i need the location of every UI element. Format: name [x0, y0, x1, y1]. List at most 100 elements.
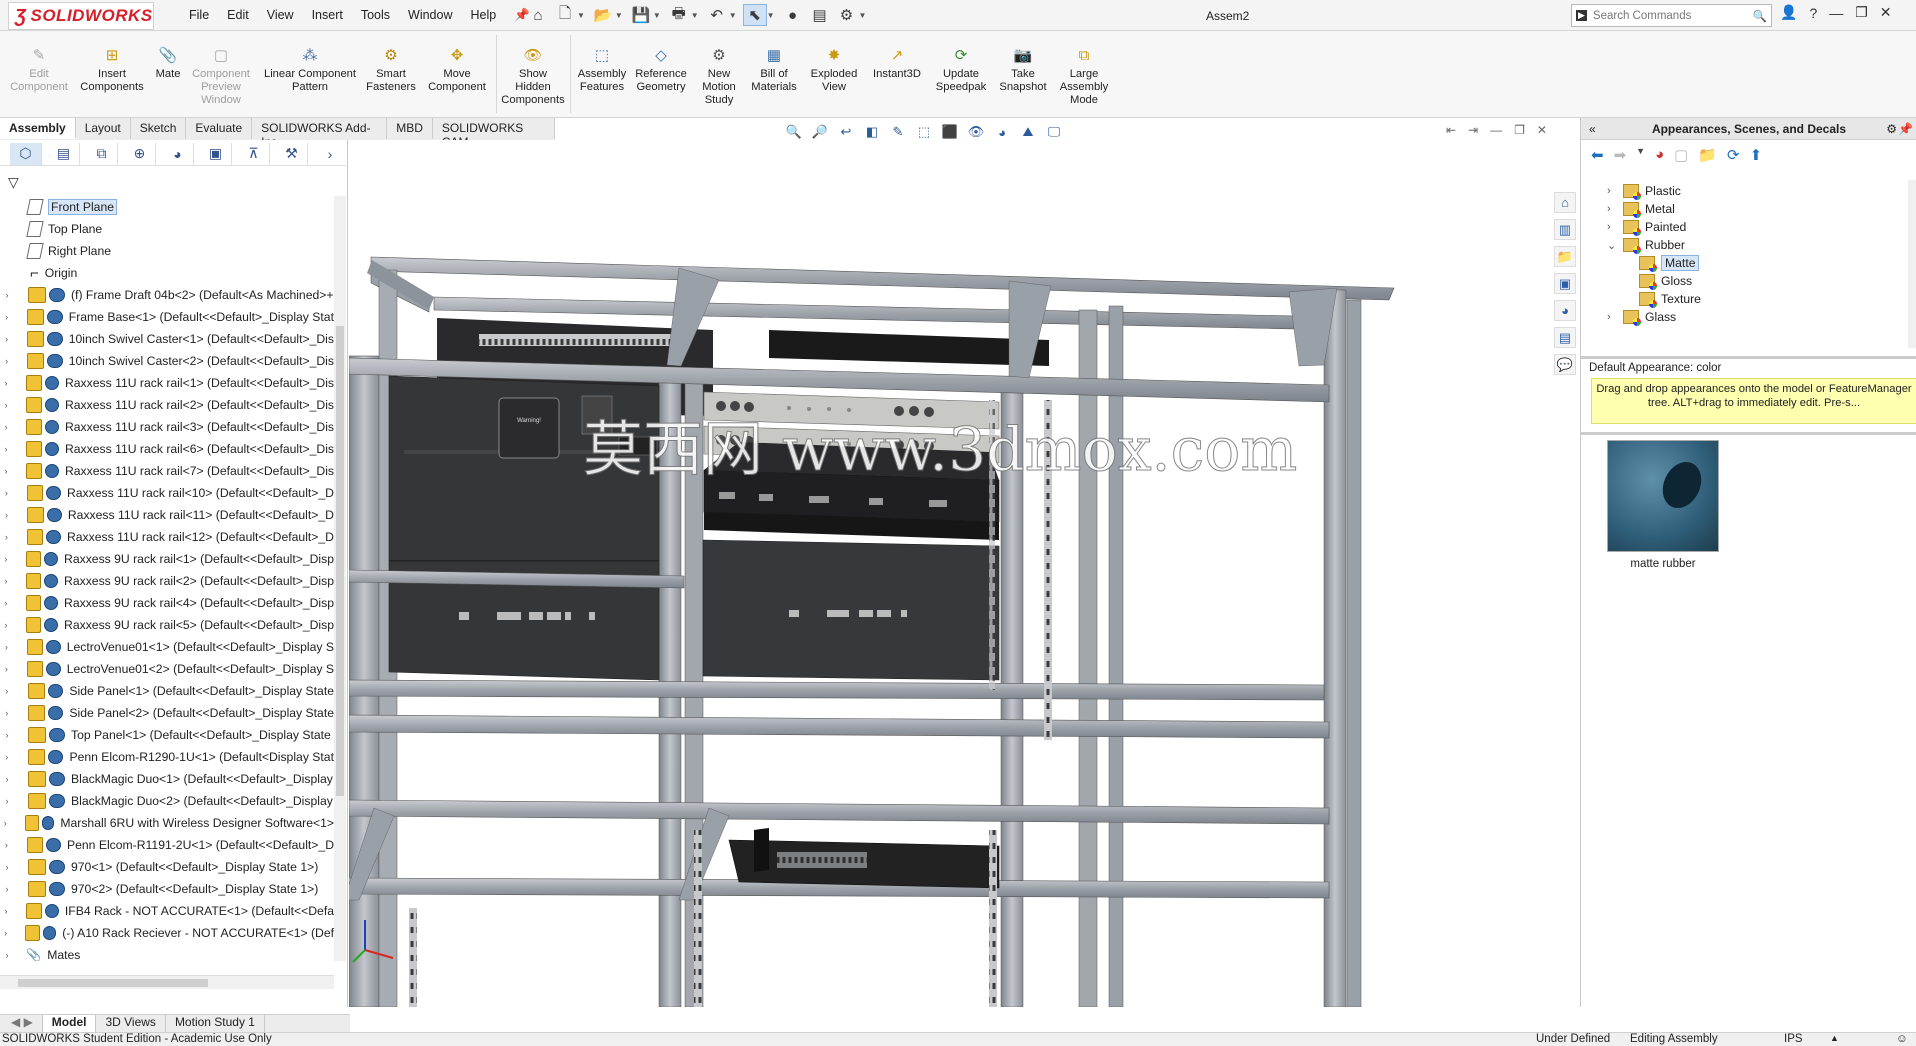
expand-chevron-icon[interactable]: ›: [0, 884, 14, 894]
pane-splitter[interactable]: [1581, 432, 1916, 435]
menu-edit[interactable]: Edit: [218, 6, 258, 25]
expand-chevron-icon[interactable]: ›: [0, 510, 13, 520]
edit-component-button[interactable]: ✎ Edit Component: [8, 44, 70, 94]
hide-show-items-icon[interactable]: 👁: [965, 123, 987, 141]
apply-scene-icon[interactable]: ⛰: [1017, 123, 1039, 141]
menu-tools[interactable]: Tools: [352, 6, 399, 25]
chevron-down-icon[interactable]: ▼: [767, 11, 775, 20]
select-cursor-icon[interactable]: ⬉: [742, 4, 767, 26]
tab-addins[interactable]: SOLIDWORKS Add-Ins: [252, 118, 388, 149]
dimxpert-tab-icon[interactable]: ⊕: [124, 142, 156, 165]
tree-node[interactable]: › 10inch Swivel Caster<1> (Default<<Defau…: [0, 328, 334, 350]
expand-chevron-icon[interactable]: ›: [0, 840, 13, 850]
expand-chevron-icon[interactable]: ›: [0, 818, 11, 828]
tree-node[interactable]: › BlackMagic Duo<1> (Default<<Default>_Di…: [0, 768, 334, 790]
forward-arrow-icon[interactable]: ➡: [1614, 146, 1627, 164]
collapse-pane-icon[interactable]: «: [1589, 122, 1596, 136]
expand-chevron-icon[interactable]: ›: [0, 554, 12, 564]
solidworks-logo[interactable]: Ʒ SOLIDWORKS: [8, 2, 154, 30]
edit-appearance-icon[interactable]: ◕: [991, 123, 1013, 141]
tree-node[interactable]: › Raxxess 11U rack rail<7> (Default<<Defa…: [0, 460, 334, 482]
tree-node[interactable]: › Frame Base<1> (Default<<Default>_Displa…: [0, 306, 334, 328]
search-commands-field[interactable]: ▶ Search Commands 🔍: [1571, 4, 1772, 27]
assembly-model-view[interactable]: Warning! 莫西网 www.3dmox.com: [349, 140, 1579, 1007]
chevron-down-icon[interactable]: ▼: [1636, 146, 1645, 164]
tree-node[interactable]: › Side Panel<2> (Default<<Default>_Displa…: [0, 702, 334, 724]
search-input[interactable]: Search Commands: [1593, 10, 1691, 22]
previous-viewport-icon[interactable]: ⇤: [1446, 123, 1456, 137]
feedback-icon[interactable]: ☺: [1896, 1033, 1908, 1045]
open-folder-icon[interactable]: 📂: [591, 4, 615, 26]
new-folder-icon[interactable]: 📁: [1698, 146, 1717, 164]
tree-node[interactable]: › LectroVenue01<2> (Default<<Default>_Dis…: [0, 658, 334, 680]
home-icon[interactable]: ⌂: [526, 4, 550, 26]
expand-chevron-icon[interactable]: ›: [0, 752, 14, 762]
feature-tree-scrollbar[interactable]: [334, 196, 346, 961]
search-icon[interactable]: 🔍: [1753, 9, 1767, 23]
expand-chevron-icon[interactable]: ›: [0, 356, 13, 366]
property-manager-tab-icon[interactable]: ▤: [48, 142, 80, 165]
help-icon[interactable]: ?: [1809, 5, 1817, 21]
tree-node[interactable]: › LectroVenue01<1> (Default<<Default>_Dis…: [0, 636, 334, 658]
exploded-view-button[interactable]: ✸ Exploded View: [806, 44, 862, 94]
design-library-icon[interactable]: ▥: [1554, 219, 1576, 240]
feature-tree-horizontal-scrollbar[interactable]: [0, 975, 334, 989]
file-explorer-icon[interactable]: 📁: [1554, 246, 1576, 267]
large-assembly-mode-button[interactable]: ⧉ Large Assembly Mode: [1054, 44, 1114, 107]
tree-node[interactable]: › Raxxess 11U rack rail<6> (Default<<Defa…: [0, 438, 334, 460]
display-style-icon[interactable]: ⬛: [939, 123, 961, 141]
tree-node[interactable]: › Raxxess 11U rack rail<2> (Default<<Defa…: [0, 394, 334, 416]
appearance-palette-icon[interactable]: ◕: [1655, 146, 1664, 164]
configuration-manager-tab-icon[interactable]: ⧉: [86, 142, 118, 165]
expand-chevron-icon[interactable]: ›: [0, 620, 12, 630]
viewport-close-icon[interactable]: ✕: [1537, 123, 1547, 137]
view-orientation-icon[interactable]: ⬚: [913, 123, 935, 141]
assembly-features-button[interactable]: ⬚ Assembly Features: [574, 44, 630, 94]
chevron-down-icon[interactable]: ▼: [653, 11, 661, 20]
matte-rubber-swatch[interactable]: [1607, 440, 1719, 552]
expand-chevron-icon[interactable]: ›: [0, 664, 13, 674]
mate-button[interactable]: 📎 Mate: [150, 44, 186, 81]
appearance-folder-glass[interactable]: › Glass: [1607, 306, 1676, 328]
tree-node[interactable]: › Raxxess 11U rack rail<1> (Default<<Defa…: [0, 372, 334, 394]
tab-evaluate[interactable]: Evaluate: [186, 118, 253, 139]
expand-chevron-icon[interactable]: ›: [0, 950, 14, 960]
expand-chevron-icon[interactable]: ›: [0, 730, 14, 740]
expand-chevron-icon[interactable]: ›: [0, 774, 14, 784]
tree-node[interactable]: › (-) A10 Rack Reciever - NOT ACCURATE<1>…: [0, 922, 334, 944]
undo-icon[interactable]: ↶: [705, 4, 729, 26]
options-gear-icon[interactable]: ⚙: [835, 4, 859, 26]
graphics-area[interactable]: Warning! 莫西网 www.3dmox.com: [349, 140, 1579, 1007]
expand-chevron-icon[interactable]: ›: [1607, 221, 1623, 233]
section-view-icon[interactable]: ◧: [861, 123, 883, 141]
take-snapshot-button[interactable]: 📷 Take Snapshot: [994, 44, 1052, 94]
tab-layout[interactable]: Layout: [76, 118, 131, 139]
tree-node[interactable]: › Raxxess 11U rack rail<3> (Default<<Defa…: [0, 416, 334, 438]
tree-node[interactable]: › Raxxess 9U rack rail<1> (Default<<Defau…: [0, 548, 334, 570]
tree-node[interactable]: ⌐ Origin: [0, 262, 334, 284]
filter-icon[interactable]: ▽: [8, 174, 19, 191]
expand-chevron-icon[interactable]: ›: [0, 312, 13, 322]
linear-component-pattern-button[interactable]: ⁂ Linear Component Pattern: [258, 44, 362, 94]
pane-options-icon[interactable]: ⚙: [1886, 122, 1897, 136]
tree-node[interactable]: › Raxxess 9U rack rail<2> (Default<<Defau…: [0, 570, 334, 592]
menu-insert[interactable]: Insert: [303, 6, 352, 25]
solidworks-resources-icon[interactable]: ⌂: [1554, 192, 1576, 213]
tree-node[interactable]: › IFB4 Rack - NOT ACCURATE<1> (Default<<D…: [0, 900, 334, 922]
print-icon[interactable]: 🖶: [667, 4, 691, 26]
expand-chevron-icon[interactable]: ›: [0, 708, 14, 718]
expand-chevron-icon[interactable]: ›: [0, 686, 14, 696]
scrollbar-thumb[interactable]: [336, 326, 344, 796]
update-speedpak-button[interactable]: ⟳ Update Speedpak: [932, 44, 990, 94]
display-manager-tab-icon[interactable]: ◕: [162, 142, 194, 165]
units-chevron-icon[interactable]: ▲: [1830, 1033, 1839, 1043]
expand-chevron-icon[interactable]: ›: [0, 576, 12, 586]
tree-node[interactable]: › Raxxess 9U rack rail<4> (Default<<Defau…: [0, 592, 334, 614]
restore-icon[interactable]: ❐: [1855, 4, 1868, 21]
tree-node[interactable]: › Penn Elcom-R1290-1U<1> (Default<Display…: [0, 746, 334, 768]
expand-chevron-icon[interactable]: ›: [0, 466, 12, 476]
instant3d-button[interactable]: ↗ Instant3D: [866, 44, 928, 81]
traffic-light-icon[interactable]: ●: [781, 4, 805, 26]
tree-node[interactable]: › 10inch Swivel Caster<2> (Default<<Defau…: [0, 350, 334, 372]
expand-chevron-icon[interactable]: ›: [0, 928, 11, 938]
